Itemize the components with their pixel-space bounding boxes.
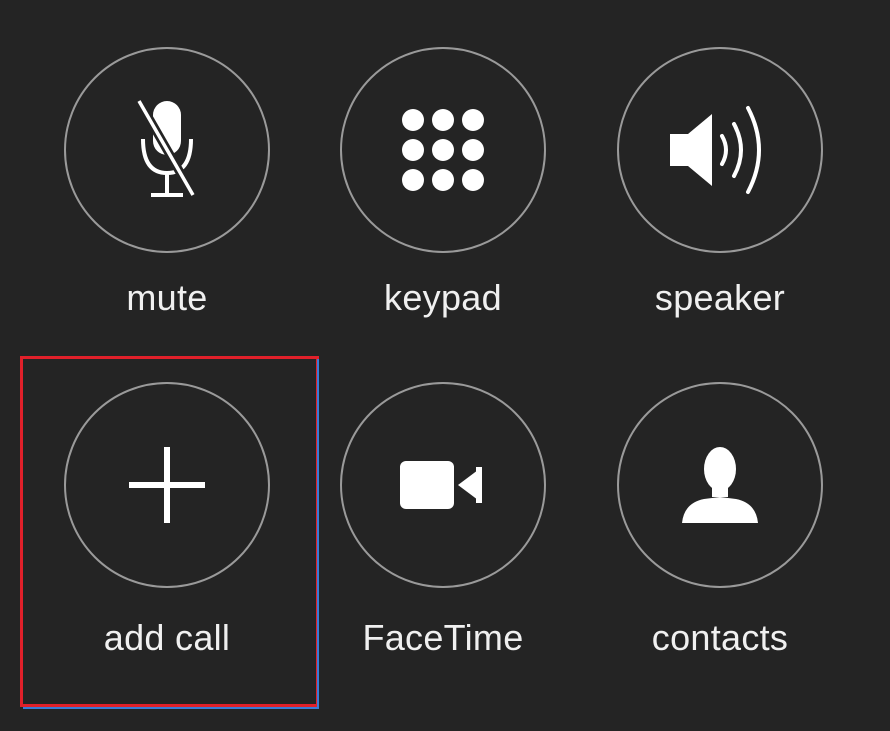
- mute-button-circle[interactable]: [64, 47, 270, 253]
- keypad-label: keypad: [384, 277, 502, 318]
- contacts-button[interactable]: contacts: [602, 382, 842, 712]
- facetime-label: FaceTime: [362, 617, 524, 658]
- keypad-button[interactable]: keypad: [325, 47, 565, 377]
- speaker-button[interactable]: speaker: [602, 47, 842, 377]
- contacts-button-circle[interactable]: [617, 382, 823, 588]
- speaker-label: speaker: [654, 277, 786, 318]
- keypad-button-circle[interactable]: [340, 47, 546, 253]
- contacts-label: contacts: [651, 617, 789, 658]
- mute-button[interactable]: mute: [49, 47, 289, 377]
- microphone-muted-icon: [127, 95, 207, 205]
- facetime-button[interactable]: FaceTime: [325, 382, 565, 712]
- facetime-button-circle[interactable]: [340, 382, 546, 588]
- selection-highlight-box: [20, 356, 319, 707]
- speaker-icon: [664, 100, 776, 200]
- mute-label: mute: [126, 277, 208, 318]
- speaker-button-circle[interactable]: [617, 47, 823, 253]
- keypad-grid-icon: [400, 107, 486, 193]
- person-silhouette-icon: [680, 445, 760, 525]
- video-camera-icon: [398, 457, 488, 513]
